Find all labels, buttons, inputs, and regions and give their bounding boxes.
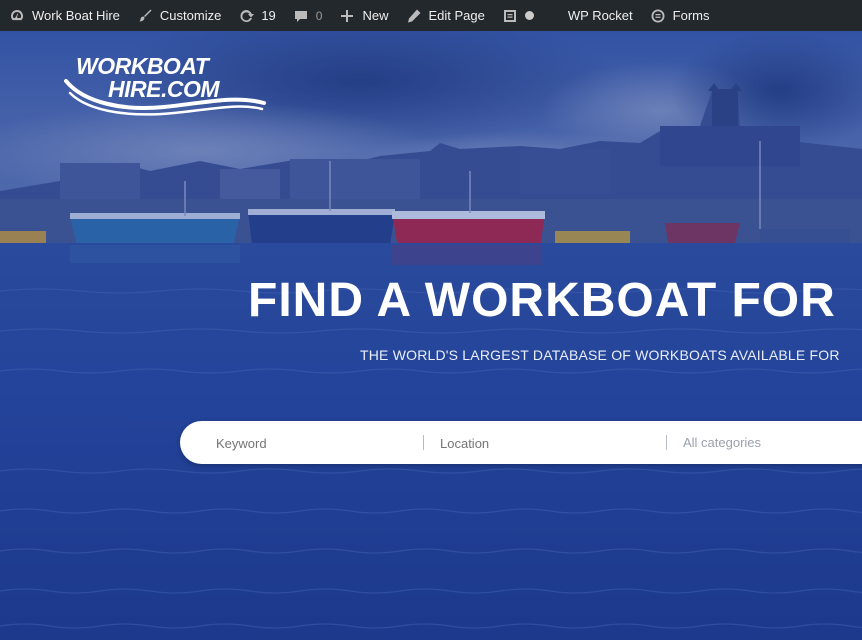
new-label: New [362, 8, 389, 23]
customize-brush-icon [136, 7, 154, 25]
logo-wave-icon [64, 79, 266, 116]
wp-admin-bar: Work Boat Hire Customize 19 0 New Edit P… [0, 0, 862, 31]
comments-count: 0 [315, 8, 323, 23]
hero-subheadline: THE WORLD'S LARGEST DATABASE OF WORKBOAT… [360, 347, 840, 363]
updates-icon [237, 7, 255, 25]
seo-icon [501, 7, 519, 25]
search-divider [666, 435, 667, 450]
comments-link[interactable]: 0 [284, 0, 331, 31]
dashboard-icon [8, 7, 26, 25]
hero-headline: FIND A WORKBOAT FOR [248, 274, 836, 327]
edit-page-label: Edit Page [428, 8, 485, 23]
seo-menu[interactable] [493, 0, 542, 31]
location-input[interactable] [438, 421, 652, 466]
new-content-menu[interactable]: New [330, 0, 396, 31]
comments-icon [292, 7, 310, 25]
edit-page-link[interactable]: Edit Page [397, 0, 493, 31]
updates-count: 19 [261, 8, 276, 23]
customize-link[interactable]: Customize [128, 0, 229, 31]
forms-menu[interactable]: Forms [641, 0, 718, 31]
forms-icon [649, 7, 667, 25]
category-select[interactable]: All categories [683, 421, 862, 464]
search-divider [423, 435, 424, 450]
edit-pencil-icon [405, 7, 423, 25]
site-name-label: Work Boat Hire [32, 8, 120, 23]
site-name-menu[interactable]: Work Boat Hire [0, 0, 128, 31]
wp-rocket-label: WP Rocket [567, 8, 633, 23]
keyword-input[interactable] [214, 421, 418, 466]
forms-label: Forms [672, 8, 710, 23]
status-dot-icon [524, 11, 534, 20]
harbour-background-image [0, 31, 862, 640]
updates-link[interactable]: 19 [229, 0, 283, 31]
wp-rocket-menu[interactable]: WP Rocket [560, 0, 641, 31]
listing-search-bar: All categories [180, 421, 862, 466]
customize-label: Customize [159, 8, 222, 23]
hero-section: WORKBOAT HIRE.COM FIND A WORKBOAT FOR TH… [0, 31, 862, 640]
site-logo[interactable]: WORKBOAT HIRE.COM [64, 43, 269, 116]
plus-icon [338, 7, 356, 25]
